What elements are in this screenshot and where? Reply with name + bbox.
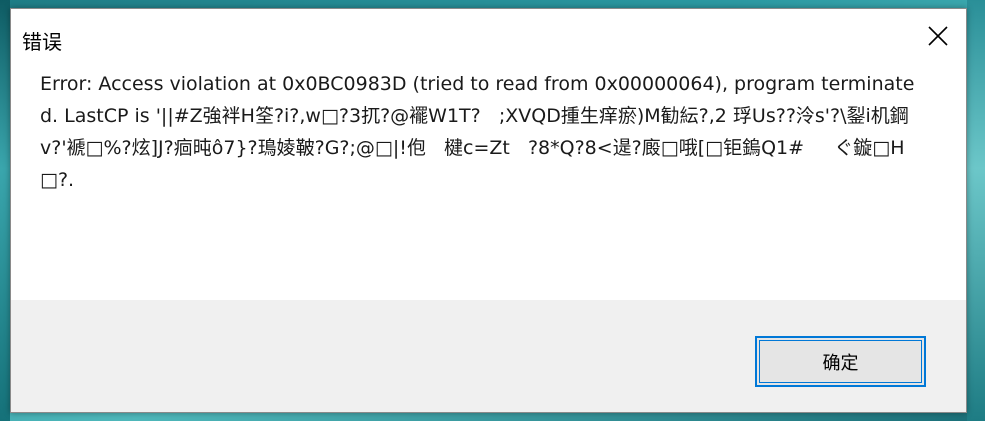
desktop-background-left bbox=[0, 0, 10, 421]
close-icon bbox=[928, 26, 948, 46]
ok-button[interactable]: 确定 bbox=[755, 336, 926, 387]
desktop-background-right bbox=[967, 0, 985, 421]
close-button[interactable] bbox=[910, 9, 966, 63]
title-bar[interactable]: 错误 bbox=[11, 9, 966, 63]
dialog-title: 错误 bbox=[22, 30, 62, 54]
error-dialog: 错误 Error: Access violation at 0x0BC0983D… bbox=[10, 8, 967, 413]
button-bar: 确定 bbox=[11, 300, 966, 412]
error-message: Error: Access violation at 0x0BC0983D (t… bbox=[40, 73, 915, 191]
